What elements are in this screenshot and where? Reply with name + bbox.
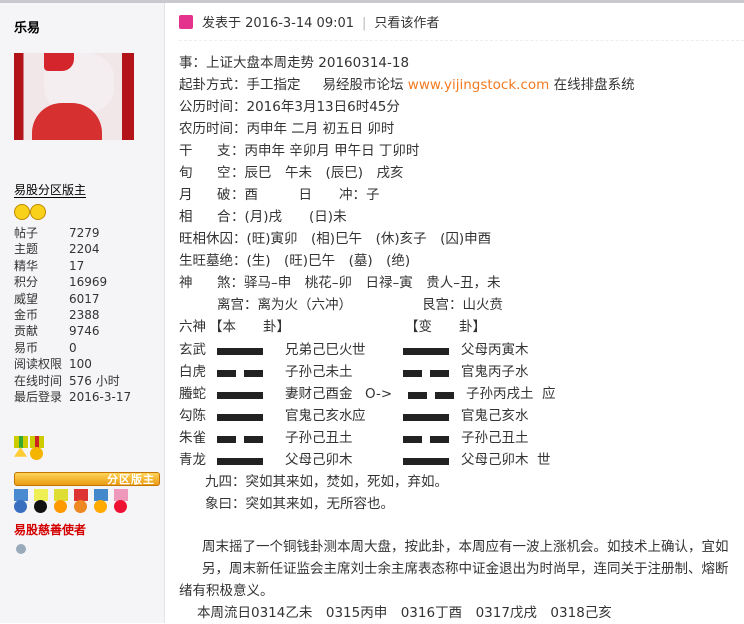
stat-row: 最后登录 2016-3-17: [14, 389, 132, 404]
sheng-wang-line: 生旺墓绝：(生) (旺)巳午 (墓) (绝): [179, 253, 411, 269]
stat-row: 积分 16969: [14, 275, 108, 290]
yao-row: 白虎 子孙己未土 官鬼丙子水: [179, 364, 529, 380]
yin-line: [403, 370, 422, 377]
yang-line: [403, 348, 449, 355]
stat-row: 在线时间 576 小时: [14, 373, 120, 388]
yao-row: 勾陈 官鬼己亥水应 官鬼己亥水: [179, 408, 529, 424]
yang-line: [403, 458, 449, 465]
daily-list: 本周流日0314乙未 0315丙申 0316丁酉 0317戊戌 0318己亥: [197, 605, 612, 621]
info-row: 旬空：辰巳 午未 (辰巳) 戌亥: [179, 165, 404, 181]
yang-line: [403, 414, 449, 421]
stat-row: 阅读权限 100: [14, 357, 92, 372]
smiley-icon: [14, 204, 30, 220]
xiang-text: 象曰：突如其来如，无所容也。: [205, 496, 394, 512]
info-row: 干支：丙申年 辛卯月 甲午日 丁卯时: [179, 143, 420, 159]
hexagram-header: 六神 【本 卦】 【变 卦】: [179, 319, 486, 335]
author-sidebar: 乐易 易股分区版主 帖子 7279 主题 2204 精华 17 积分 16969 威望 6017 金…: [0, 3, 165, 623]
post-header: 发表于 2016-3-14 09:01 | 只看该作者: [179, 15, 439, 33]
online-status-icon: [16, 544, 26, 554]
paragraph: 绪有积极意义。: [179, 583, 274, 599]
info-row: 月破：酉 日 冲：子: [179, 187, 380, 203]
yang-line: [217, 392, 263, 399]
stat-row: 帖子 7279: [14, 226, 100, 240]
charity-title: 易股慈善使者: [14, 523, 87, 537]
wang-xiang-line: 旺相休囚：(旺)寅卯 (相)巳午 (休)亥子 (囚)申酉: [179, 231, 492, 247]
yin-line: [403, 436, 422, 443]
paragraph: 另，周末新任证监会主席刘士余主席表态称中证金退出为时尚早，连同关于注册制、熔断: [202, 561, 729, 577]
solar-time: 公历时间：2016年3月13日6时45分: [179, 99, 400, 115]
info-row: 相合：(月)戌 (日)未: [179, 209, 347, 225]
rank-link[interactable]: 易股分区版主: [14, 183, 87, 198]
yin-line: [430, 370, 449, 377]
yao-row: 青龙 父母己卯木 父母己卯木世: [179, 452, 551, 468]
user-icon: [179, 15, 193, 29]
yin-line: [430, 436, 449, 443]
stat-row: 易币 0: [14, 340, 77, 355]
username-link[interactable]: 乐易: [14, 17, 40, 36]
yin-line: [408, 392, 427, 399]
yao-row: 朱雀 子孙己丑土 子孙己丑土: [179, 430, 529, 446]
method-line: 起卦方式：手工指定 易经股市论坛 www.yijingstock.com 在线排盘…: [179, 77, 635, 93]
sun-medal-icon: [30, 447, 43, 460]
subject-line: 事：上证大盘本周走势 20160314-18: [179, 55, 410, 71]
yin-line: [244, 436, 263, 443]
yang-line: [217, 414, 263, 421]
yao-row: 螣蛇 妻财己酉金 O-> 子孙丙戌土应: [179, 386, 556, 402]
stat-row: 威望 6017: [14, 291, 100, 306]
paragraph: 周末摇了一个铜钱卦测本周大盘，按此卦，本周应有一波上涨机会。如技术上确认，宜如: [202, 539, 729, 555]
stat-row: 贡献 9746: [14, 324, 100, 339]
yang-line: [217, 458, 263, 465]
lunar-time: 农历时间：丙申年 二月 初五日 卯时: [179, 121, 395, 137]
stat-row: 精华 17: [14, 258, 85, 273]
stat-row: 主题 2204: [14, 242, 100, 257]
user-stats: 帖子 7279 主题 2204 精华 17 积分 16969 威望 6017 金币 2388 贡献 974…: [14, 225, 131, 405]
yin-line: [217, 436, 236, 443]
yin-line: [435, 392, 454, 399]
site-link[interactable]: www.yijingstock.com: [408, 77, 550, 93]
author-only-link[interactable]: 只看该作者: [374, 16, 439, 31]
yang-line: [217, 348, 263, 355]
stat-row: 金币 2388: [14, 307, 100, 322]
yin-line: [217, 370, 236, 377]
moderator-badge: 分区版主: [14, 472, 160, 486]
yao-row: 玄武 兄弟己巳火世 父母丙寅木: [179, 342, 529, 358]
yin-line: [244, 370, 263, 377]
smiley-icon: [30, 204, 46, 220]
palace-line: 离宫：离为火（六冲） 艮宫：山火贲: [217, 297, 503, 313]
avatar[interactable]: [14, 53, 134, 140]
yao-text: 九四：突如其来如，焚如，死如，弃如。: [205, 474, 448, 490]
star-medal-icon: [14, 447, 27, 457]
shensha-line: 神煞：驿马–申 桃花–卯 日禄–寅 贵人–丑，未: [179, 275, 501, 291]
